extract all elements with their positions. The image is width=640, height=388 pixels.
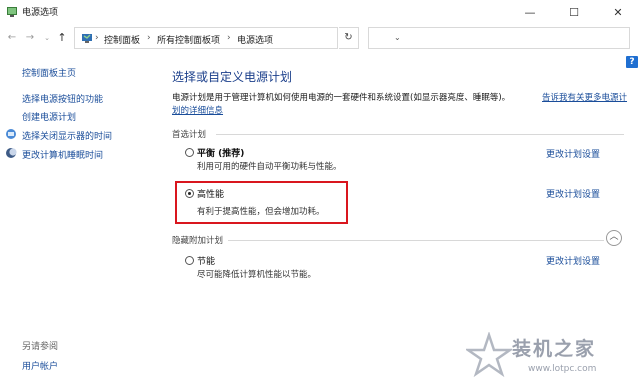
collapse-chevron-up-icon[interactable]: ︿ <box>606 230 622 246</box>
plan-desc-high-performance: 有利于提高性能，但会增加功耗。 <box>197 207 325 217</box>
breadcrumb-separator: › <box>147 33 151 43</box>
divider <box>216 134 624 135</box>
breadcrumb-power-options[interactable]: 电源选项 <box>237 33 273 46</box>
recent-locations-dropdown-icon[interactable]: ⌄ <box>41 32 53 44</box>
plan-radio-balanced[interactable] <box>185 148 194 157</box>
control-panel-icon <box>82 34 92 43</box>
sidebar-item-create-plan[interactable]: 创建电源计划 <box>22 110 76 123</box>
plan-radio-power-saver[interactable] <box>185 256 194 265</box>
title-bar: 电源选项 — ☐ ✕ <box>0 0 640 24</box>
close-button[interactable]: ✕ <box>596 0 640 24</box>
plan-name-power-saver: 节能 <box>197 257 216 267</box>
hidden-plans-heading: 隐藏附加计划 <box>172 236 224 246</box>
address-bar[interactable]: › 控制面板 › 所有控制面板项 › 电源选项 ⌄ <box>74 27 401 49</box>
sidebar-item-power-button[interactable]: 选择电源按钮的功能 <box>22 92 103 105</box>
breadcrumb-separator: › <box>227 33 231 43</box>
sidebar-item-control-panel-home[interactable]: 控制面板主页 <box>22 66 76 79</box>
change-plan-settings-high-performance[interactable]: 更改计划设置 <box>546 187 600 200</box>
see-also-heading: 另请参阅 <box>22 342 59 352</box>
watermark-url: www.lotpc.com <box>528 364 597 374</box>
sidebar-item-display-off[interactable]: 选择关闭显示器的时间 <box>22 129 112 142</box>
watermark: 装机之家 www.lotpc.com <box>462 328 640 388</box>
breadcrumb-control-panel[interactable]: 控制面板 <box>104 33 140 46</box>
back-arrow-icon[interactable]: ← <box>6 32 18 44</box>
window-title: 电源选项 <box>22 8 59 18</box>
refresh-icon[interactable]: ↻ <box>339 27 359 49</box>
display-icon <box>6 129 16 139</box>
sleep-moon-icon <box>6 148 17 158</box>
plan-name-balanced: 平衡 (推荐) <box>197 149 245 159</box>
change-plan-settings-power-saver[interactable]: 更改计划设置 <box>546 254 600 267</box>
search-input[interactable] <box>368 27 630 49</box>
plan-radio-high-performance[interactable] <box>185 189 194 198</box>
breadcrumb-separator: › <box>95 33 99 43</box>
sidebar: 控制面板主页 选择电源按钮的功能 创建电源计划 选择关闭显示器的时间 更改计算机… <box>0 52 160 388</box>
watermark-title: 装机之家 <box>512 338 597 360</box>
maximize-button[interactable]: ☐ <box>552 0 596 24</box>
more-info-link-continued[interactable]: 划的详细信息 <box>172 105 223 118</box>
navigation-bar: ← → ⌄ ↑ › 控制面板 › 所有控制面板项 › 电源选项 ⌄ ↻ <box>0 24 640 52</box>
forward-arrow-icon[interactable]: → <box>24 32 36 44</box>
page-title: 选择或自定义电源计划 <box>172 70 293 84</box>
preferred-plans-heading: 首选计划 <box>172 130 207 140</box>
power-options-icon <box>7 7 17 17</box>
breadcrumb-all-items[interactable]: 所有控制面板项 <box>157 33 220 46</box>
star-logo-icon <box>466 332 512 378</box>
more-info-link[interactable]: 告诉我有关更多电源计 <box>542 92 627 105</box>
change-plan-settings-balanced[interactable]: 更改计划设置 <box>546 147 600 160</box>
plan-name-high-performance: 高性能 <box>197 190 225 200</box>
divider <box>228 240 604 241</box>
sidebar-item-user-accounts[interactable]: 用户帐户 <box>22 359 58 372</box>
plan-desc-balanced: 利用可用的硬件自动平衡功耗与性能。 <box>197 162 342 172</box>
page-description: 电源计划是用于管理计算机如何使用电源的一套硬件和系统设置(如显示器亮度、睡眠等)… <box>172 93 511 103</box>
minimize-button[interactable]: — <box>508 0 552 24</box>
sidebar-item-sleep-time[interactable]: 更改计算机睡眠时间 <box>22 148 103 161</box>
up-arrow-icon[interactable]: ↑ <box>56 32 68 44</box>
plan-desc-power-saver: 尽可能降低计算机性能以节能。 <box>197 270 317 280</box>
